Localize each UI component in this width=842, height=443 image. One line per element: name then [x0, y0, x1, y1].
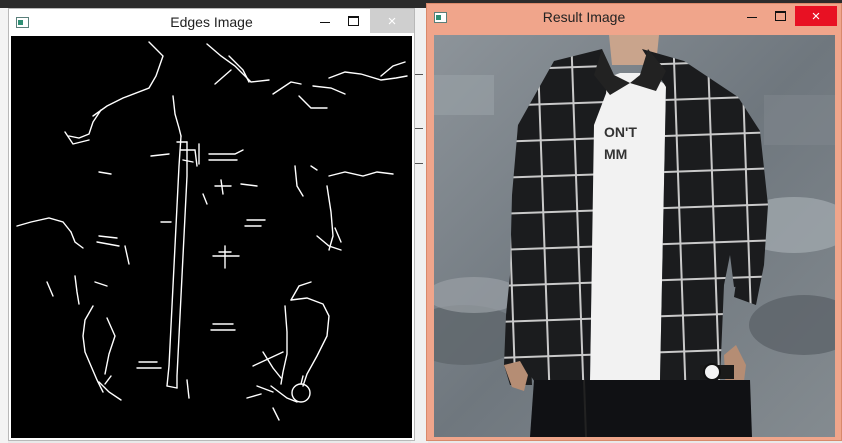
maximize-button[interactable] [338, 9, 368, 33]
minimize-button[interactable] [737, 4, 767, 28]
edge-map-image [16, 41, 408, 421]
minimize-button[interactable] [310, 9, 340, 33]
edges-image-window[interactable]: Edges Image × [8, 8, 415, 441]
background-window-edge [0, 8, 8, 443]
edges-titlebar[interactable]: Edges Image × [9, 9, 414, 36]
shirt-photo: ON'T MM [434, 35, 835, 437]
result-image-window[interactable]: Result Image × ON'T MM [426, 3, 842, 441]
close-button[interactable]: × [795, 6, 837, 26]
result-titlebar[interactable]: Result Image × [427, 4, 841, 31]
window-title: Result Image [542, 9, 626, 25]
maximize-button[interactable] [765, 4, 795, 28]
result-image-canvas: ON'T MM [434, 35, 835, 437]
edges-image-canvas [11, 36, 412, 438]
shirt-print-line-2: MM [604, 146, 627, 162]
shirt-print-line-1: ON'T [604, 124, 637, 140]
close-button[interactable]: × [370, 9, 414, 33]
